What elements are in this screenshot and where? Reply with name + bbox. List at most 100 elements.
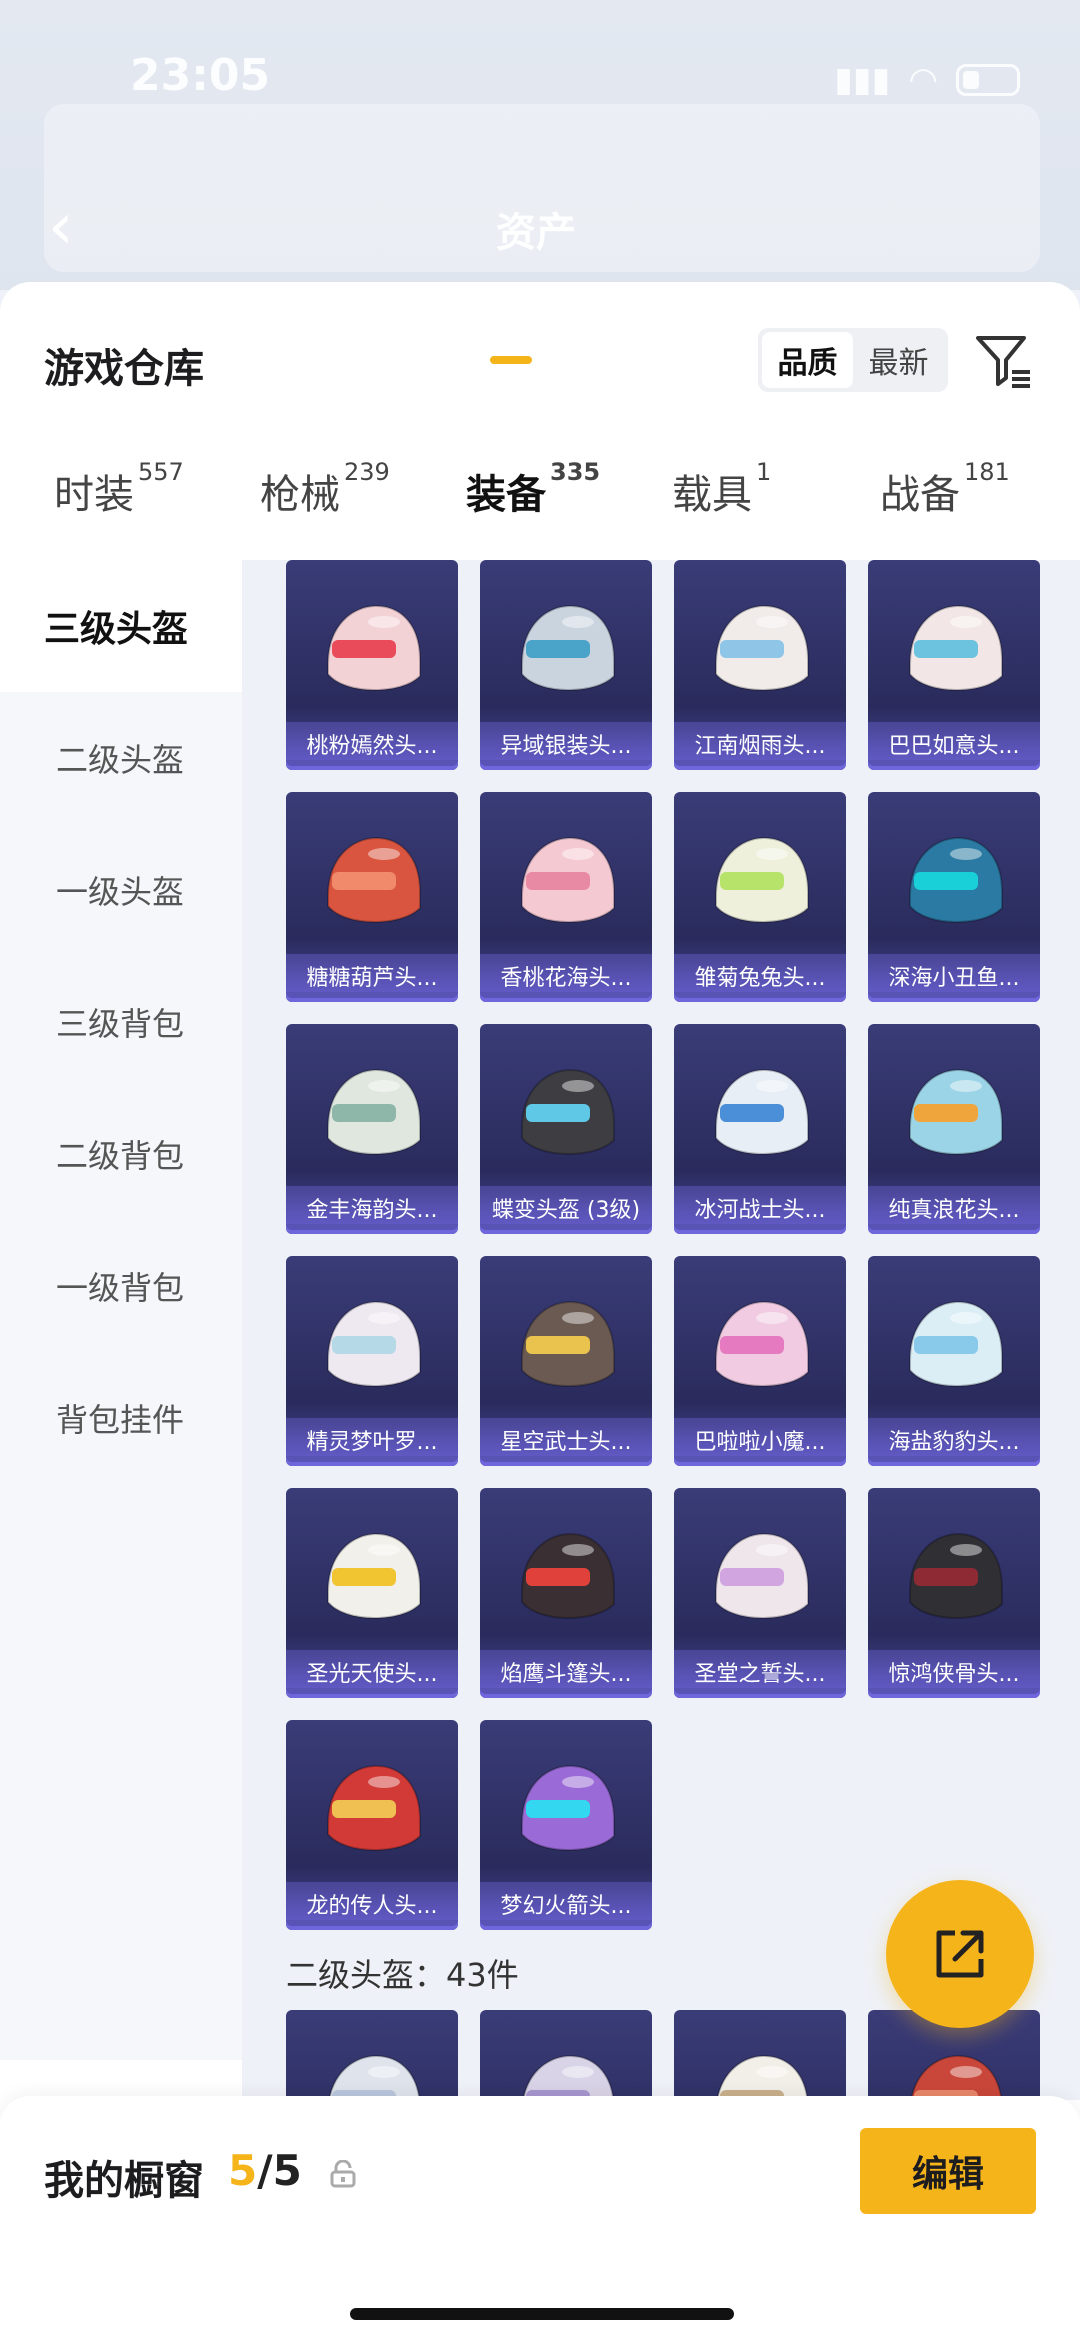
item-name: 圣堂之誓头...: [674, 1656, 846, 1688]
item-card[interactable]: 纯真浪花头...: [868, 1024, 1040, 1234]
helmet-icon: [521, 1300, 615, 1388]
category-tabs: 时装 557 枪械 239 装备 335 载具 1 战备 181: [0, 458, 1080, 562]
item-card[interactable]: 深海小丑鱼...: [868, 792, 1040, 1002]
helmet-icon: [522, 2054, 615, 2100]
item-name: 金丰海韵头...: [286, 1192, 458, 1224]
item-card[interactable]: 雏菊兔兔头...: [674, 792, 846, 1002]
helmet-icon: [715, 1532, 809, 1620]
item-name: 异域银装头...: [480, 728, 652, 760]
wifi-icon: ◠: [908, 60, 938, 100]
item-card[interactable]: 冰河战士头...: [674, 1024, 846, 1234]
sort-toggle: 品质 最新: [758, 328, 948, 392]
item-name: 雏菊兔兔头...: [674, 960, 846, 992]
sort-quality-button[interactable]: 品质: [762, 332, 853, 388]
helmet-icon: [327, 1068, 421, 1156]
sidebar-item-level3-backpack[interactable]: 三级背包: [0, 956, 242, 1088]
item-card[interactable]: 香桃花海头...: [480, 792, 652, 1002]
item-name: 梦幻火箭头...: [480, 1888, 652, 1920]
item-name: 龙的传人头...: [286, 1888, 458, 1920]
showcase-label: 我的橱窗: [44, 2158, 204, 2204]
item-card[interactable]: 圣堂之誓头...: [674, 1488, 846, 1698]
sidebar-item-level3-helmet[interactable]: 三级头盔: [0, 560, 242, 692]
item-name: 桃粉嫣然头...: [286, 728, 458, 760]
item-name: 深海小丑鱼...: [868, 960, 1040, 992]
item-card[interactable]: 桃粉嫣然头...: [286, 560, 458, 770]
tab-supplies[interactable]: 战备 181: [880, 458, 1010, 520]
back-chevron-icon[interactable]: ‹: [48, 195, 74, 259]
share-button[interactable]: [886, 1880, 1034, 2028]
section-label-level2-helmet: 二级头盔：43件: [286, 1956, 519, 1994]
tab-underline: [490, 356, 532, 364]
item-card[interactable]: 巴啦啦小魔...: [674, 1256, 846, 1466]
tab-equipment[interactable]: 装备 335: [466, 458, 600, 520]
item-card[interactable]: 精灵梦叶罗...: [286, 1256, 458, 1466]
status-icons: ▮▮▮ ◠: [834, 60, 1020, 100]
tab-fashion[interactable]: 时装 557: [54, 458, 184, 520]
helmet-icon: [521, 1764, 615, 1852]
helmet-icon: [521, 604, 615, 692]
helmet-icon: [909, 836, 1003, 924]
item-card[interactable]: 蝶变头盔 (3级): [480, 1024, 652, 1234]
sidebar-item-level1-helmet[interactable]: 一级头盔: [0, 824, 242, 956]
subcategory-sidebar: 三级头盔 二级头盔 一级头盔 三级背包 二级背包 一级背包 背包挂件: [0, 560, 242, 2060]
item-name: 精灵梦叶罗...: [286, 1424, 458, 1456]
battery-icon: [956, 64, 1020, 96]
home-indicator: [350, 2308, 734, 2320]
background-title: 资产: [496, 210, 576, 256]
item-card[interactable]: 梦幻火箭头...: [480, 1720, 652, 1930]
helmet-icon: [909, 604, 1003, 692]
helmet-icon: [521, 1532, 615, 1620]
lock-icon: [330, 2160, 356, 2188]
item-name: 纯真浪花头...: [868, 1192, 1040, 1224]
edit-button[interactable]: 编辑: [860, 2128, 1036, 2214]
item-name: 江南烟雨头...: [674, 728, 846, 760]
helmet-icon: [909, 1532, 1003, 1620]
item-card[interactable]: [674, 2010, 846, 2100]
helmet-icon: [327, 1300, 421, 1388]
showcase-bar: 我的橱窗 5/5 编辑: [0, 2096, 1080, 2341]
item-card[interactable]: 异域银装头...: [480, 560, 652, 770]
item-card[interactable]: 龙的传人头...: [286, 1720, 458, 1930]
item-name: 焰鹰斗篷头...: [480, 1656, 652, 1688]
item-card[interactable]: 江南烟雨头...: [674, 560, 846, 770]
sort-latest-button[interactable]: 最新: [853, 332, 944, 388]
helmet-icon: [327, 836, 421, 924]
item-name: 惊鸿侠骨头...: [868, 1656, 1040, 1688]
helmet-icon: [521, 1068, 615, 1156]
tab-vehicles[interactable]: 载具 1: [672, 458, 771, 520]
sidebar-item-level2-helmet[interactable]: 二级头盔: [0, 692, 242, 824]
item-name: 糖糖葫芦头...: [286, 960, 458, 992]
item-name: 圣光天使头...: [286, 1656, 458, 1688]
helmet-icon: [327, 604, 421, 692]
signal-icon: ▮▮▮: [834, 60, 891, 100]
sheet-title: 游戏仓库: [44, 346, 204, 392]
item-card[interactable]: 星空武士头...: [480, 1256, 652, 1466]
showcase-count: 5/5: [228, 2146, 302, 2195]
status-time: 23:05: [130, 50, 271, 101]
item-card[interactable]: [286, 2010, 458, 2100]
background-header: 23:05 ▮▮▮ ◠ ‹ 资产: [0, 0, 1080, 290]
item-name: 冰河战士头...: [674, 1192, 846, 1224]
item-name: 星空武士头...: [480, 1424, 652, 1456]
share-icon: [936, 1930, 984, 1978]
item-card[interactable]: 巴巴如意头...: [868, 560, 1040, 770]
item-name: 巴啦啦小魔...: [674, 1424, 846, 1456]
item-card[interactable]: 糖糖葫芦头...: [286, 792, 458, 1002]
item-name: 巴巴如意头...: [868, 728, 1040, 760]
item-card[interactable]: 惊鸿侠骨头...: [868, 1488, 1040, 1698]
tab-firearms[interactable]: 枪械 239: [260, 458, 390, 520]
item-card[interactable]: 海盐豹豹头...: [868, 1256, 1040, 1466]
item-name: 香桃花海头...: [480, 960, 652, 992]
item-card[interactable]: 焰鹰斗篷头...: [480, 1488, 652, 1698]
item-card[interactable]: 圣光天使头...: [286, 1488, 458, 1698]
helmet-icon: [521, 836, 615, 924]
sidebar-item-backpack-charm[interactable]: 背包挂件: [0, 1352, 242, 1484]
sidebar-item-level2-backpack[interactable]: 二级背包: [0, 1088, 242, 1220]
helmet-icon: [909, 1068, 1003, 1156]
item-card[interactable]: [480, 2010, 652, 2100]
item-name: 海盐豹豹头...: [868, 1424, 1040, 1456]
item-card[interactable]: 金丰海韵头...: [286, 1024, 458, 1234]
filter-icon[interactable]: [972, 330, 1034, 392]
helmet-icon: [910, 2054, 1003, 2100]
sidebar-item-level1-backpack[interactable]: 一级背包: [0, 1220, 242, 1352]
